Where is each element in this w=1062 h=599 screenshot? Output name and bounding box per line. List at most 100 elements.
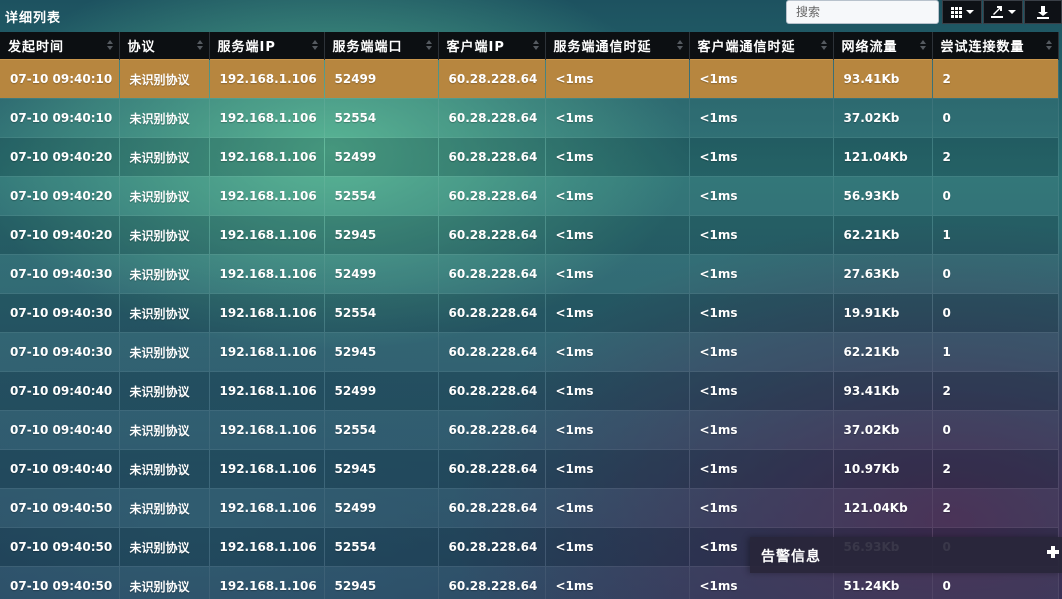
cell-protocol: 未识别协议 <box>119 293 210 333</box>
cell-traffic: 93.41Kb <box>833 371 933 411</box>
table-row[interactable]: 07-10 09:40:10 未识别协议 192.168.1.106 52499 60.… <box>0 59 1059 99</box>
cell-server-port: 52554 <box>324 527 439 567</box>
cell-start-time: 07-10 09:40:20 <box>0 215 120 255</box>
alert-panel[interactable]: 告警信息 <box>750 537 1062 573</box>
alert-panel-title: 告警信息 <box>761 549 821 565</box>
cell-protocol: 未识别协议 <box>119 449 210 489</box>
cell-server-ip: 192.168.1.106 <box>209 98 325 138</box>
column-header-start-time[interactable]: 发起时间 <box>0 32 120 60</box>
column-header-connection-attempts[interactable]: 尝试连接数量 <box>932 32 1059 60</box>
column-header-server-latency[interactable]: 服务端通信时延 <box>545 32 690 60</box>
cell-server-port: 52945 <box>324 215 439 255</box>
cell-server-latency: <1ms <box>545 410 690 450</box>
cell-server-port: 52499 <box>324 59 439 99</box>
cell-server-ip: 192.168.1.106 <box>209 488 325 528</box>
column-header-client-latency[interactable]: 客户端通信时延 <box>689 32 834 60</box>
export-icon <box>991 6 1003 18</box>
cell-server-port: 52499 <box>324 371 439 411</box>
cell-client-latency: <1ms <box>689 137 834 177</box>
cell-client-latency: <1ms <box>689 215 834 255</box>
cell-client-ip: 60.28.228.64 <box>438 176 546 216</box>
cell-start-time: 07-10 09:40:40 <box>0 371 120 411</box>
cell-connection-attempts: 0 <box>932 254 1059 294</box>
cell-client-ip: 60.28.228.64 <box>438 215 546 255</box>
column-header-client-ip[interactable]: 客户端IP <box>438 32 546 60</box>
cell-connection-attempts: 0 <box>932 410 1059 450</box>
cell-connection-attempts: 0 <box>932 293 1059 333</box>
cell-protocol: 未识别协议 <box>119 98 210 138</box>
cell-client-ip: 60.28.228.64 <box>438 488 546 528</box>
sort-icon <box>676 40 683 52</box>
table-row[interactable]: 07-10 09:40:20 未识别协议 192.168.1.106 52499 60.… <box>0 137 1059 177</box>
cell-client-latency: <1ms <box>689 293 834 333</box>
table-row[interactable]: 07-10 09:40:30 未识别协议 192.168.1.106 52945 60.… <box>0 332 1059 372</box>
cell-traffic: 56.93Kb <box>833 176 933 216</box>
sort-icon <box>919 40 926 52</box>
download-button[interactable] <box>1024 0 1062 24</box>
cell-start-time: 07-10 09:40:20 <box>0 176 120 216</box>
column-header-server-ip[interactable]: 服务端IP <box>209 32 325 60</box>
sort-icon <box>820 40 827 52</box>
cell-client-latency: <1ms <box>689 176 834 216</box>
table-row[interactable]: 07-10 09:40:50 未识别协议 192.168.1.106 52499 60.… <box>0 488 1059 528</box>
cell-traffic: 121.04Kb <box>833 137 933 177</box>
sort-icon <box>1045 40 1052 52</box>
column-header-protocol[interactable]: 协议 <box>119 32 210 60</box>
cell-server-port: 52945 <box>324 449 439 489</box>
cell-server-latency: <1ms <box>545 176 690 216</box>
cell-traffic: 37.02Kb <box>833 410 933 450</box>
cell-protocol: 未识别协议 <box>119 176 210 216</box>
cell-protocol: 未识别协议 <box>119 59 210 99</box>
cell-server-port: 52499 <box>324 254 439 294</box>
cell-traffic: 27.63Kb <box>833 254 933 294</box>
cell-client-ip: 60.28.228.64 <box>438 449 546 489</box>
table-row[interactable]: 07-10 09:40:20 未识别协议 192.168.1.106 52945 60.… <box>0 215 1059 255</box>
cell-start-time: 07-10 09:40:20 <box>0 137 120 177</box>
cell-protocol: 未识别协议 <box>119 488 210 528</box>
cell-server-port: 52554 <box>324 176 439 216</box>
cell-protocol: 未识别协议 <box>119 332 210 372</box>
export-button[interactable] <box>983 0 1023 24</box>
cell-start-time: 07-10 09:40:30 <box>0 293 120 333</box>
download-icon <box>1037 5 1049 19</box>
cell-traffic: 37.02Kb <box>833 98 933 138</box>
column-header-server-port[interactable]: 服务端端口 <box>324 32 439 60</box>
cell-server-ip: 192.168.1.106 <box>209 410 325 450</box>
column-header-traffic[interactable]: 网络流量 <box>833 32 933 60</box>
cell-start-time: 07-10 09:40:30 <box>0 332 120 372</box>
table-row[interactable]: 07-10 09:40:40 未识别协议 192.168.1.106 52554 60.… <box>0 410 1059 450</box>
plus-icon[interactable] <box>1046 545 1060 559</box>
search-input[interactable] <box>786 0 939 24</box>
cell-server-latency: <1ms <box>545 449 690 489</box>
cell-protocol: 未识别协议 <box>119 137 210 177</box>
cell-server-latency: <1ms <box>545 215 690 255</box>
cell-server-latency: <1ms <box>545 59 690 99</box>
cell-connection-attempts: 0 <box>932 176 1059 216</box>
cell-client-latency: <1ms <box>689 98 834 138</box>
table-row[interactable]: 07-10 09:40:30 未识别协议 192.168.1.106 52499 60.… <box>0 254 1059 294</box>
cell-server-ip: 192.168.1.106 <box>209 371 325 411</box>
columns-toggle-button[interactable] <box>942 0 982 24</box>
cell-server-latency: <1ms <box>545 332 690 372</box>
cell-client-ip: 60.28.228.64 <box>438 293 546 333</box>
cell-connection-attempts: 1 <box>932 215 1059 255</box>
sort-icon <box>425 40 432 52</box>
cell-connection-attempts: 2 <box>932 449 1059 489</box>
table-row[interactable]: 07-10 09:40:20 未识别协议 192.168.1.106 52554 60.… <box>0 176 1059 216</box>
cell-client-latency: <1ms <box>689 449 834 489</box>
cell-server-latency: <1ms <box>545 293 690 333</box>
cell-protocol: 未识别协议 <box>119 527 210 567</box>
cell-client-latency: <1ms <box>689 59 834 99</box>
cell-server-latency: <1ms <box>545 98 690 138</box>
table-header-row: 发起时间 协议 服务端IP 服务端端口 客户端IP 服务端通信时延 客户端通信时… <box>0 32 1059 60</box>
table-row[interactable]: 07-10 09:40:10 未识别协议 192.168.1.106 52554 60.… <box>0 98 1059 138</box>
cell-connection-attempts: 2 <box>932 488 1059 528</box>
sort-icon <box>532 40 539 52</box>
cell-protocol: 未识别协议 <box>119 566 210 599</box>
table-row[interactable]: 07-10 09:40:40 未识别协议 192.168.1.106 52499 60.… <box>0 371 1059 411</box>
table-row[interactable]: 07-10 09:40:30 未识别协议 192.168.1.106 52554 60.… <box>0 293 1059 333</box>
table-row[interactable]: 07-10 09:40:40 未识别协议 192.168.1.106 52945 60.… <box>0 449 1059 489</box>
cell-connection-attempts: 2 <box>932 371 1059 411</box>
cell-server-port: 52945 <box>324 332 439 372</box>
chevron-down-icon <box>965 10 974 14</box>
